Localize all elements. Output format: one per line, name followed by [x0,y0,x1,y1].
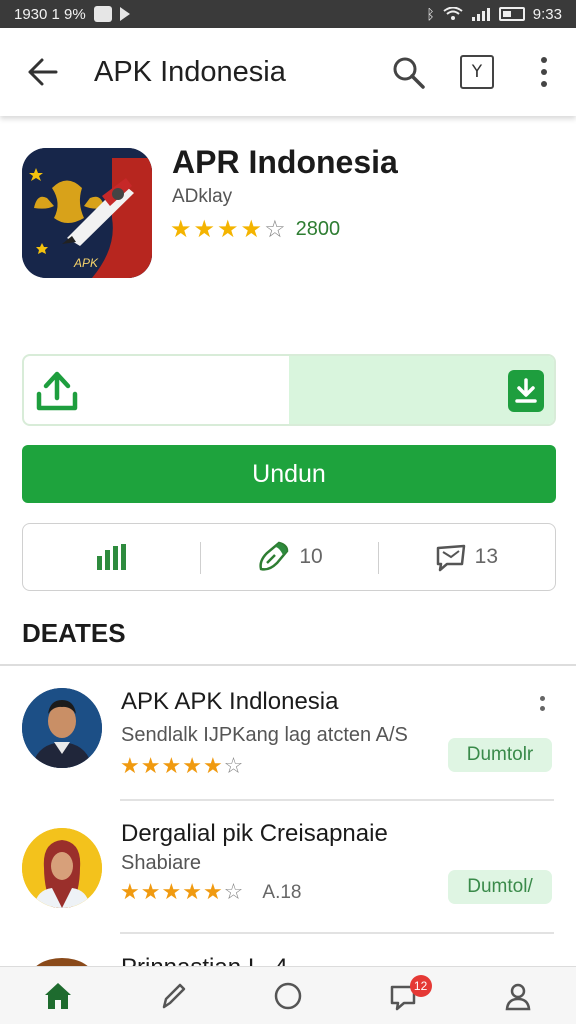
circle-icon [274,982,302,1009]
star-icon: ★ [120,754,140,779]
app-name: APR Indonesia [172,144,398,180]
rating-count: 2800 [295,217,341,240]
avatar [22,688,102,768]
star-icon: ★ [140,880,161,905]
stats-reviews-button[interactable]: 13 [377,524,555,590]
person-avatar-image [22,688,102,768]
stats-edits-button[interactable]: 10 [200,524,377,590]
list-divider [120,799,554,801]
star-icon: ★ [240,215,263,243]
back-arrow-icon [28,58,58,86]
bluetooth-icon: ᛒ [426,6,435,22]
external-link-button[interactable]: Y [460,55,494,89]
stats-bar: 10 13 [22,523,556,591]
download-progress [22,354,556,426]
list-item-rating: ★ ★ ★ ★ ★ ☆ A.18 [120,880,302,906]
star-icon: ★ [161,880,182,905]
star-icon: ★ [182,754,202,779]
star-outline-icon: ☆ [223,880,244,905]
app-bar: APK Indonesia Y [0,28,576,116]
pen-icon [259,541,289,571]
star-icon: ★ [217,215,239,243]
back-button[interactable] [22,54,62,90]
list-item-rating: ★ ★ ★ ★ ★ ☆ [120,754,243,780]
list-item-more-button[interactable] [540,696,545,711]
list-item-subtitle: Sendlalk IJPKang lag atcten A/S [121,724,408,746]
more-vert-icon [540,696,545,701]
star-icon: ★ [193,215,216,243]
reviews-count: 13 [474,545,498,568]
list-item-title: Dergalial pik Creisapnaie [121,820,388,847]
page-title: APK Indonesia [94,56,286,88]
star-icon: ★ [170,215,192,243]
section-divider [0,664,576,666]
comment-icon [436,544,465,572]
list-item-action-button[interactable]: Dumtolr [448,738,552,772]
list-item[interactable]: APK APK Indlonesia Sendlalk IJPKang lag … [0,672,576,802]
notification-app-icon [93,6,112,22]
app-rating: ★ ★ ★ ★ ☆ 2800 [170,216,340,242]
section-title: DEATES [22,618,126,648]
nav-edit[interactable] [115,967,230,1024]
star-icon: ★ [202,754,223,779]
nav-home[interactable] [0,967,115,1024]
play-store-notification-icon [119,7,130,21]
star-icon: ★ [182,880,202,905]
nav-notifications[interactable]: 12 [346,967,461,1024]
person-avatar-image [22,828,102,908]
status-right: ᛒ 9:33 [426,6,562,23]
external-link-icon: Y [471,62,483,82]
search-icon [393,57,425,89]
more-vert-icon [541,57,547,63]
bottom-nav: 12 [0,966,576,1024]
app-icon: APK [22,148,152,278]
star-outline-icon: ☆ [223,754,244,779]
nav-profile[interactable] [461,967,576,1024]
wifi-icon [443,7,463,20]
status-left: 1930 1 9% [14,6,130,23]
battery-icon [498,7,525,21]
download-button[interactable] [508,370,544,412]
status-bar: 1930 1 9% ᛒ 9:33 [0,0,576,28]
notification-badge: 12 [409,975,432,997]
star-icon: ★ [161,754,182,779]
upload-icon [36,371,78,411]
bar-chart-icon [97,544,127,570]
edit-icon [162,983,186,1008]
signal-icon [471,8,490,21]
star-icon: ★ [202,880,223,905]
star-icon: ★ [120,880,140,905]
edits-count: 10 [299,545,323,568]
nav-circle[interactable] [230,967,345,1024]
status-time: 9:33 [532,5,562,23]
avatar [22,828,102,908]
star-icon: ★ [140,754,161,779]
list-item-version: A.18 [262,882,302,903]
list-item-action-button[interactable]: Dumtol/ [448,870,552,904]
more-options-button[interactable] [530,54,558,90]
upload-button[interactable] [34,368,80,414]
status-left-text: 1930 1 9% [14,5,86,23]
list-item[interactable]: Dergalial pik Creisapnaie Shabiare ★ ★ ★… [0,804,576,934]
search-button[interactable] [390,54,426,90]
list-divider [120,932,554,934]
app-icon-text: APK [74,256,99,270]
profile-icon [506,983,531,1010]
install-button[interactable]: Undun [22,445,556,503]
list-item-title: APK APK Indlonesia [121,688,339,715]
download-icon [515,378,537,403]
home-icon [44,982,71,1009]
stats-chart-button[interactable] [23,524,200,590]
list-item-subtitle: Shabiare [121,852,202,874]
app-developer[interactable]: ADklay [172,186,232,208]
star-outline-icon: ☆ [264,215,286,243]
